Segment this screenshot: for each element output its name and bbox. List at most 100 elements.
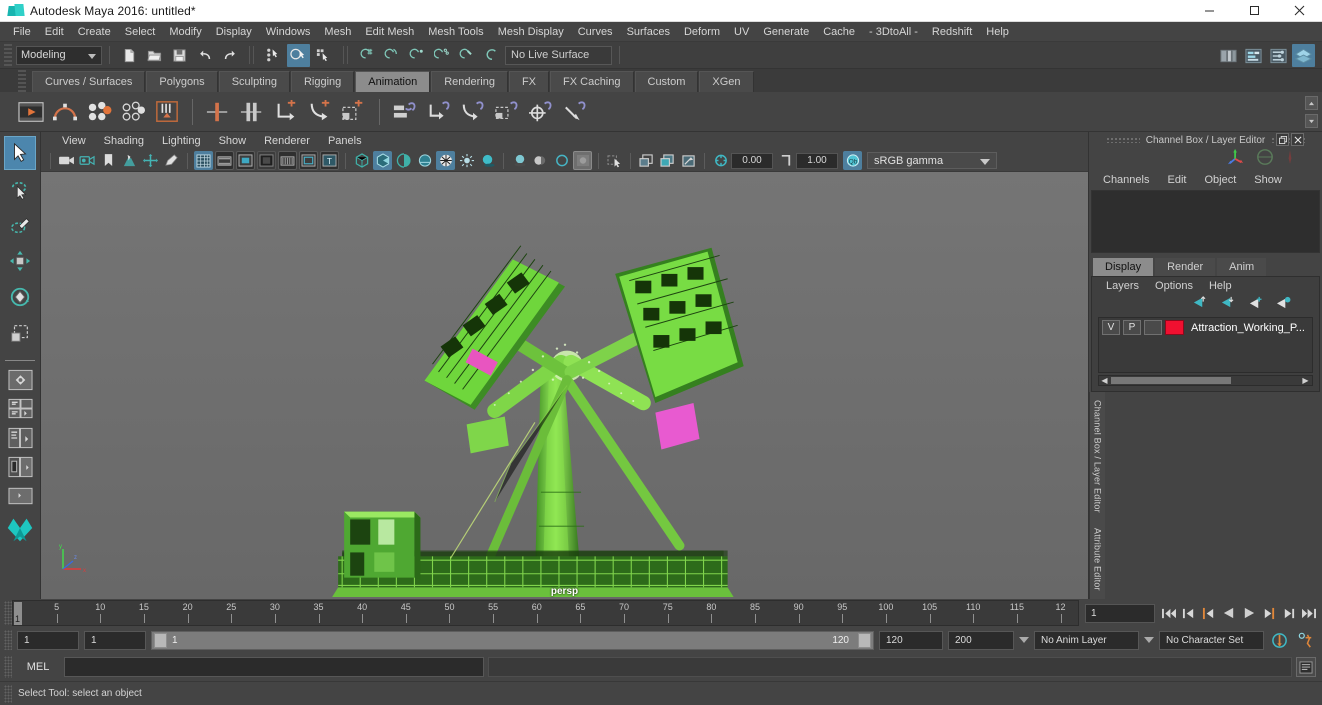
select-tool-icon[interactable] xyxy=(4,136,36,170)
menu-item-deform[interactable]: Deform xyxy=(677,23,727,41)
menu-item-select[interactable]: Select xyxy=(118,23,163,41)
layer-color-swatch[interactable] xyxy=(1165,320,1184,335)
time-slider-grip[interactable] xyxy=(4,601,12,625)
gamma-field[interactable]: 1.00 xyxy=(796,152,838,169)
attribute-editor-icon[interactable] xyxy=(1242,44,1265,67)
time-slider-track[interactable]: 1 5 10 15 20 25 30 35 40 45 50 55 60 65 70 75 80 85 90 95 1… xyxy=(12,600,1079,626)
set-key-icon[interactable] xyxy=(48,95,82,129)
shelf-tab-custom[interactable]: Custom xyxy=(634,71,699,92)
command-line-grip[interactable] xyxy=(4,656,12,678)
menu-item-create[interactable]: Create xyxy=(71,23,118,41)
viewport-menu-panels[interactable]: Panels xyxy=(319,135,371,147)
exposure-field[interactable]: 0.00 xyxy=(731,152,773,169)
go-to-start-icon[interactable] xyxy=(1159,602,1178,624)
channel-box-content[interactable] xyxy=(1091,190,1320,253)
menu-item-edit[interactable]: Edit xyxy=(38,23,71,41)
animation-preferences-icon[interactable] xyxy=(1296,629,1318,651)
film-origin-icon[interactable] xyxy=(278,151,297,170)
step-forward-frame-icon[interactable] xyxy=(1259,602,1278,624)
play-backwards-icon[interactable] xyxy=(1219,602,1238,624)
character-set-chevron-down-icon[interactable] xyxy=(1144,637,1154,643)
live-surface-field[interactable]: No Live Surface xyxy=(505,45,612,65)
auto-keyframe-icon[interactable] xyxy=(1269,629,1291,651)
menu-item-file[interactable]: File xyxy=(6,23,38,41)
viewport-menu-lighting[interactable]: Lighting xyxy=(153,135,210,147)
perspective-viewport[interactable]: y x z persp xyxy=(41,172,1088,599)
shaded-wireframe-icon[interactable] xyxy=(394,151,413,170)
menu-item-surfaces[interactable]: Surfaces xyxy=(620,23,677,41)
layer-editor-tab-anim[interactable]: Anim xyxy=(1217,257,1267,276)
move-layer-down-icon[interactable] xyxy=(1219,296,1235,314)
ghost-selected-icon[interactable] xyxy=(150,95,184,129)
panel-drag-dots[interactable] xyxy=(1105,137,1140,143)
vertical-tab-attribute-editor[interactable]: Attribute Editor xyxy=(1093,520,1103,599)
layer-playback-toggle[interactable]: P xyxy=(1123,320,1141,335)
grid-toggle-icon[interactable] xyxy=(194,151,213,170)
new-layer-from-selected-icon[interactable] xyxy=(1275,296,1291,314)
help-line-grip[interactable] xyxy=(4,684,12,703)
outliner-persp-layout-icon[interactable] xyxy=(4,454,36,480)
move-tool-icon[interactable] xyxy=(4,244,36,278)
layer-visibility-toggle[interactable]: V xyxy=(1102,320,1120,335)
range-start-time-field[interactable]: 1 xyxy=(84,630,146,650)
maximize-icon[interactable] xyxy=(1232,0,1277,22)
layer-editor-menu-help[interactable]: Help xyxy=(1201,280,1240,292)
persp-graph-layout-icon[interactable] xyxy=(4,483,36,509)
shelf-scroll-up-icon[interactable] xyxy=(1305,96,1318,110)
select-by-component-icon[interactable] xyxy=(312,44,335,67)
two-pane-side-by-side-icon[interactable] xyxy=(4,425,36,451)
resolution-gate-icon[interactable] xyxy=(236,151,255,170)
channelbox-menu-edit[interactable]: Edit xyxy=(1159,174,1194,186)
layer-editor-menu-options[interactable]: Options xyxy=(1147,280,1201,292)
parent-constraint-icon[interactable] xyxy=(388,95,422,129)
menu-item-redshift[interactable]: Redshift xyxy=(925,23,979,41)
menu-item-uv[interactable]: UV xyxy=(727,23,756,41)
image-plane-icon[interactable] xyxy=(120,151,139,170)
set-breakdown-key-icon[interactable] xyxy=(82,95,116,129)
viewport-menu-shading[interactable]: Shading xyxy=(95,135,153,147)
gate-mask-icon[interactable] xyxy=(257,151,276,170)
ik-spline-handle-icon[interactable] xyxy=(235,95,269,129)
layer-name[interactable]: Attraction_Working_P... xyxy=(1187,322,1305,334)
anim-layer-selector[interactable]: No Anim Layer xyxy=(1034,630,1139,650)
close-icon[interactable] xyxy=(1277,0,1322,22)
mirror-joint-icon[interactable] xyxy=(303,95,337,129)
snap-to-view-plane-icon[interactable] xyxy=(456,44,479,67)
shelf-scroll-buttons[interactable] xyxy=(1305,96,1318,128)
layer-editor-tab-render[interactable]: Render xyxy=(1155,257,1216,276)
open-scene-icon[interactable] xyxy=(143,44,166,67)
scroll-left-icon[interactable]: ◀ xyxy=(1099,376,1110,385)
menu-item-mesh-tools[interactable]: Mesh Tools xyxy=(421,23,490,41)
depth-of-field-icon[interactable] xyxy=(573,151,592,170)
play-forwards-icon[interactable] xyxy=(1239,602,1258,624)
shelf-scroll-down-icon[interactable] xyxy=(1305,114,1318,128)
scale-constraint-icon[interactable] xyxy=(490,95,524,129)
menu-item-generate[interactable]: Generate xyxy=(756,23,816,41)
menu-item-modify[interactable]: Modify xyxy=(162,23,208,41)
command-input[interactable] xyxy=(64,657,484,677)
snap-to-curve-icon[interactable] xyxy=(381,44,404,67)
menu-item-3dtoall[interactable]: - 3DtoAll - xyxy=(862,23,925,41)
make-live-icon[interactable] xyxy=(481,44,504,67)
shelf-tab-sculpting[interactable]: Sculpting xyxy=(218,71,290,92)
script-editor-icon[interactable] xyxy=(1296,657,1316,677)
smooth-shade-all-icon[interactable] xyxy=(373,151,392,170)
isolate-select-icon[interactable] xyxy=(605,151,624,170)
shelf-tab-polygons[interactable]: Polygons xyxy=(146,71,218,92)
lasso-select-tool-icon[interactable] xyxy=(4,172,36,206)
viewport-menu-show[interactable]: Show xyxy=(210,135,256,147)
shelf-tab-rendering[interactable]: Rendering xyxy=(431,71,508,92)
layer-editor-menu-layers[interactable]: Layers xyxy=(1098,280,1147,292)
color-profile-selector[interactable]: sRGB gamma xyxy=(867,152,997,169)
xray-icon[interactable] xyxy=(637,151,656,170)
shelf-tab-fx-caching[interactable]: FX Caching xyxy=(550,71,634,92)
step-back-frame-icon[interactable] xyxy=(1199,602,1218,624)
xray-joints-icon[interactable] xyxy=(658,151,677,170)
menu-item-display[interactable]: Display xyxy=(209,23,259,41)
menu-item-windows[interactable]: Windows xyxy=(259,23,318,41)
xray-active-components-icon[interactable] xyxy=(679,151,698,170)
snap-to-point-icon[interactable] xyxy=(406,44,429,67)
range-slider-grip[interactable] xyxy=(4,630,12,650)
menu-item-mesh-display[interactable]: Mesh Display xyxy=(491,23,571,41)
playblast-icon[interactable] xyxy=(14,95,48,129)
